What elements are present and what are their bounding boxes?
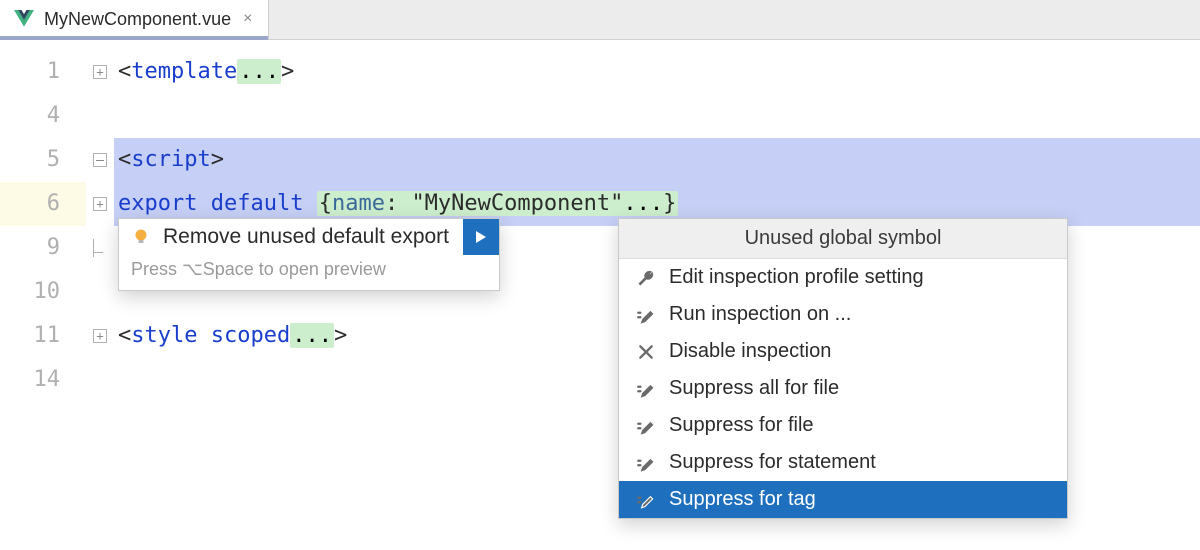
- pencil-icon: [635, 415, 657, 437]
- tab-bar: MyNewComponent.vue ×: [0, 0, 1200, 40]
- code-line[interactable]: <script>: [114, 138, 1200, 182]
- wrench-icon: [635, 267, 657, 289]
- line-number-gutter: 1 4 5 6 9 10 11 14: [0, 40, 86, 550]
- code-line[interactable]: <template...>: [114, 50, 1200, 94]
- intention-label: Remove unused default export: [163, 225, 449, 249]
- intention-popup: Remove unused default export Press ⌥Spac…: [118, 218, 500, 291]
- folded-region[interactable]: ...: [290, 323, 334, 348]
- folded-region[interactable]: {name: "MyNewComponent"...}: [317, 191, 679, 216]
- submenu-item-label: Suppress for file: [669, 414, 814, 437]
- submenu-item-label: Run inspection on ...: [669, 303, 851, 326]
- submenu-item[interactable]: Suppress for file: [619, 407, 1067, 444]
- submenu-item[interactable]: Run inspection on ...: [619, 296, 1067, 333]
- line-number: 9: [0, 226, 86, 270]
- pencil-icon: [635, 378, 657, 400]
- fold-expand-icon[interactable]: +: [93, 65, 107, 79]
- code-line[interactable]: [114, 94, 1200, 138]
- submenu-item-label: Suppress all for file: [669, 377, 839, 400]
- submenu-item-label: Edit inspection profile setting: [669, 266, 924, 289]
- intention-expand-button[interactable]: [463, 219, 499, 255]
- submenu-item[interactable]: Suppress all for file: [619, 370, 1067, 407]
- tab-filename: MyNewComponent.vue: [44, 9, 231, 30]
- fold-end-icon[interactable]: [93, 241, 107, 255]
- editor-tab[interactable]: MyNewComponent.vue ×: [0, 0, 269, 39]
- inspection-submenu: Unused global symbol Edit inspection pro…: [618, 218, 1068, 519]
- line-number: 10: [0, 270, 86, 314]
- pencil-icon: [635, 304, 657, 326]
- intention-hint: Press ⌥Space to open preview: [119, 255, 499, 290]
- fold-column: + + +: [86, 40, 114, 550]
- submenu-item[interactable]: Edit inspection profile setting: [619, 259, 1067, 296]
- pencil-icon: [635, 489, 657, 511]
- close-tab-icon[interactable]: ×: [241, 10, 254, 28]
- line-number: 4: [0, 94, 86, 138]
- pencil-icon: [635, 452, 657, 474]
- line-number: 6: [0, 182, 86, 226]
- line-number: 14: [0, 358, 86, 402]
- line-number: 1: [0, 50, 86, 94]
- lightbulb-icon: [131, 226, 151, 248]
- cross-icon: [635, 341, 657, 363]
- submenu-item[interactable]: Suppress for tag: [619, 481, 1067, 518]
- submenu-item-label: Suppress for tag: [669, 488, 816, 511]
- submenu-item-label: Disable inspection: [669, 340, 831, 363]
- submenu-item[interactable]: Disable inspection: [619, 333, 1067, 370]
- vue-file-icon: [14, 10, 34, 28]
- fold-collapse-icon[interactable]: [93, 153, 107, 167]
- fold-expand-icon[interactable]: +: [93, 197, 107, 211]
- submenu-item-label: Suppress for statement: [669, 451, 876, 474]
- fold-expand-icon[interactable]: +: [93, 329, 107, 343]
- folded-region[interactable]: ...: [237, 59, 281, 84]
- line-number: 5: [0, 138, 86, 182]
- submenu-title: Unused global symbol: [619, 219, 1067, 259]
- line-number: 11: [0, 314, 86, 358]
- submenu-item[interactable]: Suppress for statement: [619, 444, 1067, 481]
- intention-action-remove-export[interactable]: Remove unused default export: [119, 219, 463, 255]
